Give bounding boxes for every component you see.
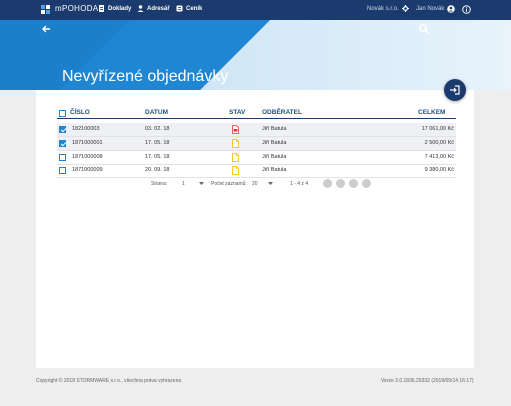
customer-name: Jiří Batula	[262, 154, 287, 160]
document-icon	[99, 5, 104, 12]
company-selector[interactable]: Novák s.r.o.	[367, 5, 409, 12]
chevron-down-icon[interactable]	[199, 182, 204, 186]
user-menu[interactable]: Jan Novák	[416, 5, 456, 13]
customer-name: Jiří Batula	[262, 140, 287, 146]
search-icon[interactable]	[418, 23, 430, 35]
person-icon	[137, 5, 144, 12]
info-icon[interactable]	[462, 5, 471, 14]
nav-doklady[interactable]: Doklady	[98, 5, 131, 12]
table-row[interactable]: 1871000001 17. 05. 18 Jiří Batula 2 500,…	[57, 137, 456, 151]
pricelist-icon	[176, 5, 183, 12]
order-number: 1871000009	[72, 167, 103, 173]
gear-icon	[401, 5, 409, 12]
column-header-status[interactable]: STAV	[229, 109, 245, 116]
mpohoda-logo-icon[interactable]	[40, 4, 52, 16]
order-number: 1871000001	[72, 140, 103, 146]
select-all-checkbox[interactable]	[59, 110, 66, 117]
next-page-button[interactable]	[349, 179, 358, 188]
nav-adresar[interactable]: Adresář	[137, 5, 170, 12]
table-row[interactable]: 182100003 03. 02. 18 Jiří Batula 17 061,…	[57, 123, 456, 137]
copyright: Copyright © 2018 STORMWARE s.r.o., všech…	[36, 378, 182, 384]
user-name: Jan Novák	[416, 6, 445, 12]
column-header-customer[interactable]: ODBĚRATEL	[262, 109, 302, 116]
nav-adresar-label: Adresář	[147, 5, 170, 12]
nav-cenik[interactable]: Ceník	[176, 5, 202, 12]
page-label: Strana:	[151, 181, 168, 187]
order-total: 9 380,00 Kč	[424, 167, 454, 173]
document-yellow-icon[interactable]	[232, 153, 239, 162]
customer-name: Jiří Batula	[262, 126, 287, 132]
row-checkbox[interactable]	[59, 126, 66, 133]
order-total: 7 413,00 Kč	[424, 154, 454, 160]
customer-name: Jiří Batula	[262, 167, 287, 173]
order-number: 1871000008	[72, 154, 103, 160]
top-navigation-bar: mPOHODA Doklady Adresář Ceník Novák s.r.…	[0, 0, 511, 20]
page-select[interactable]: 1	[182, 181, 185, 187]
company-name: Novák s.r.o.	[367, 5, 399, 12]
document-yellow-icon[interactable]	[232, 139, 239, 148]
version-info: Verze 3.0.1836.29332 (2018/09/14 16:17)	[381, 378, 474, 384]
table-row[interactable]: 1871000008 17. 05. 18 Jiří Batula 7 413,…	[57, 151, 456, 165]
login-arrow-icon	[450, 85, 460, 95]
row-checkbox[interactable]	[59, 154, 66, 161]
first-page-button[interactable]	[323, 179, 332, 188]
header-divider	[57, 118, 456, 119]
previous-page-button[interactable]	[336, 179, 345, 188]
column-header-total[interactable]: CELKEM	[418, 109, 445, 116]
document-yellow-icon[interactable]	[232, 166, 239, 175]
per-page-select[interactable]: 20	[252, 181, 258, 187]
table-row[interactable]: 1871000009 20. 09. 18 Jiří Batula 9 380,…	[57, 164, 456, 178]
order-total: 2 500,00 Kč	[424, 140, 454, 146]
order-number: 182100003	[72, 126, 100, 132]
last-page-button[interactable]	[362, 179, 371, 188]
row-checkbox[interactable]	[59, 140, 66, 147]
nav-cenik-label: Ceník	[186, 5, 203, 12]
pdf-red-icon[interactable]	[232, 125, 239, 134]
import-button[interactable]	[444, 79, 466, 101]
nav-doklady-label: Doklady	[108, 5, 132, 12]
order-date: 03. 02. 18	[145, 126, 170, 132]
per-page-label: Počet záznamů:	[211, 181, 247, 187]
order-total: 17 061,00 Kč	[421, 126, 454, 132]
column-header-date[interactable]: DATUM	[145, 109, 168, 116]
app-brand[interactable]: mPOHODA	[55, 4, 98, 13]
row-checkbox[interactable]	[59, 167, 66, 174]
chevron-down-icon[interactable]	[268, 182, 273, 186]
order-date: 20. 09. 18	[145, 167, 170, 173]
column-header-number[interactable]: ČÍSLO	[70, 109, 90, 116]
order-date: 17. 05. 18	[145, 140, 170, 146]
order-date: 17. 05. 18	[145, 154, 170, 160]
account-circle-icon	[447, 5, 456, 13]
back-arrow-icon[interactable]	[40, 23, 52, 35]
record-range: 1 - 4 z 4	[290, 181, 309, 187]
page-title: Nevyřízené objednávky	[62, 68, 229, 85]
